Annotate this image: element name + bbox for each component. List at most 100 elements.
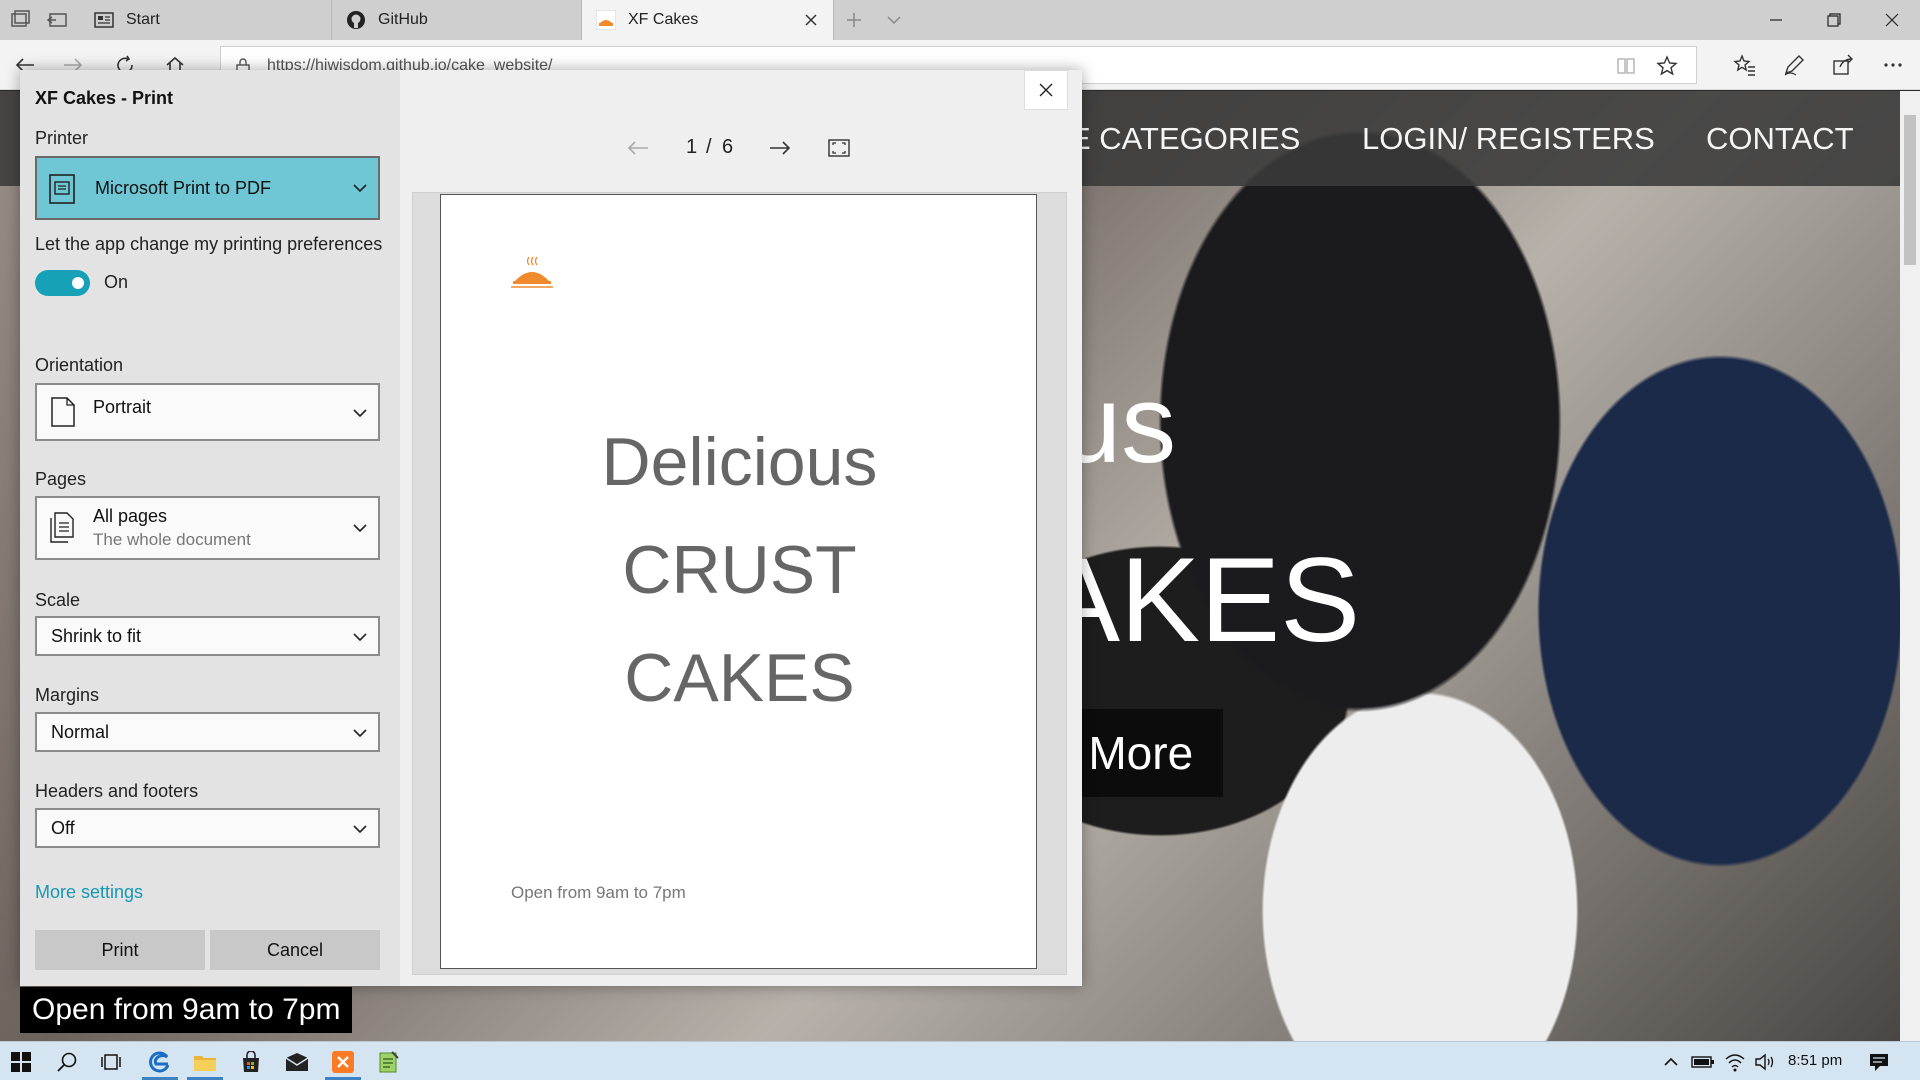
volume-icon[interactable]: [1752, 1049, 1778, 1075]
previous-page-icon[interactable]: [626, 138, 650, 164]
set-tabs-aside-icon[interactable]: [46, 8, 70, 32]
fit-page-icon[interactable]: [828, 138, 850, 164]
browser-tab-bar: Start GitHub XF Cakes: [0, 0, 1920, 40]
printer-icon: [49, 174, 75, 209]
github-icon: [346, 10, 366, 30]
close-icon: [1039, 83, 1053, 97]
start-page-icon: [94, 10, 114, 30]
notepad-icon[interactable]: [376, 1049, 402, 1075]
xampp-icon[interactable]: [330, 1049, 356, 1075]
close-window-button[interactable]: [1864, 0, 1920, 40]
current-page-number: 1: [686, 136, 698, 158]
hero-heading-line2: AKES: [1040, 533, 1361, 667]
margins-value: Normal: [51, 722, 110, 742]
favorites-hub-icon[interactable]: [1730, 50, 1760, 80]
page-separator: /: [706, 136, 712, 158]
cancel-button[interactable]: Cancel: [210, 930, 380, 970]
more-options-icon[interactable]: [1878, 50, 1908, 80]
preview-line-cakes: CAKES: [624, 640, 855, 716]
margins-select[interactable]: Normal: [35, 712, 380, 752]
task-view-icon[interactable]: [98, 1049, 124, 1075]
xf-cakes-favicon: [595, 9, 617, 31]
share-icon[interactable]: [1828, 50, 1858, 80]
mail-icon[interactable]: [284, 1049, 310, 1075]
web-note-pen-icon[interactable]: [1779, 50, 1809, 80]
nav-contact[interactable]: CONTACT: [1706, 121, 1854, 157]
tab-label: XF Cakes: [628, 11, 699, 28]
dialog-close-button[interactable]: [1024, 70, 1068, 110]
tab-label: GitHub: [378, 11, 428, 28]
portrait-page-icon: [51, 397, 75, 432]
pages-subtext: The whole document: [93, 530, 251, 549]
store-icon[interactable]: [238, 1049, 264, 1075]
pages-label: Pages: [35, 469, 87, 489]
preview-line-delicious: Delicious: [601, 424, 878, 500]
toggle-state-label: On: [104, 272, 129, 292]
page-scrollbar[interactable]: [1900, 91, 1920, 1041]
nav-categories[interactable]: E CATEGORIES: [1070, 121, 1300, 157]
favorite-star-icon[interactable]: [1656, 55, 1678, 82]
nav-login-registers[interactable]: LOGIN/ REGISTERS: [1362, 121, 1655, 157]
close-tab-icon[interactable]: [801, 10, 821, 30]
orientation-value: Portrait: [93, 397, 152, 417]
print-settings-panel: XF Cakes - Print Printer Microsoft Print…: [20, 70, 400, 986]
restore-button[interactable]: [1806, 0, 1862, 40]
restore-icon: [1827, 13, 1841, 27]
orientation-select[interactable]: Portrait: [35, 383, 380, 441]
printing-preferences-toggle[interactable]: [35, 270, 90, 296]
taskbar-clock[interactable]: 8:51 pm: [1788, 1052, 1842, 1069]
chevron-down-icon: [352, 405, 368, 421]
minimize-icon: [1770, 19, 1782, 21]
print-button[interactable]: Print: [35, 930, 205, 970]
action-center-icon[interactable]: [1866, 1049, 1892, 1075]
chevron-down-icon: [352, 180, 368, 196]
toggle-knob: [72, 277, 84, 289]
chevron-down-icon: [352, 725, 368, 741]
pages-value: All pages: [93, 506, 168, 526]
opening-hours-banner: Open from 9am to 7pm: [20, 987, 353, 1033]
tab-xf-cakes[interactable]: XF Cakes: [582, 0, 834, 40]
scale-select[interactable]: Shrink to fit: [35, 616, 380, 656]
chevron-down-icon: [352, 629, 368, 645]
wifi-icon[interactable]: [1722, 1049, 1748, 1075]
chevron-down-icon: [352, 821, 368, 837]
print-preview-page: Delicious CRUST CAKES Open from 9am to 7…: [440, 194, 1037, 969]
margins-label: Margins: [35, 685, 100, 705]
printer-value: Microsoft Print to PDF: [95, 178, 272, 198]
scrollbar-thumb[interactable]: [1904, 115, 1916, 265]
windows-taskbar: 8:51 pm: [0, 1041, 1920, 1080]
battery-icon[interactable]: [1690, 1049, 1716, 1075]
show-hidden-icons-chevron-icon[interactable]: [1658, 1049, 1684, 1075]
pages-select[interactable]: All pages The whole document: [35, 496, 380, 560]
dialog-title: XF Cakes - Print: [35, 88, 174, 108]
print-dialog: XF Cakes - Print Printer Microsoft Print…: [20, 70, 1082, 986]
printing-preferences-label: Let the app change my printing preferenc…: [35, 234, 383, 254]
tab-github[interactable]: GitHub: [332, 0, 582, 40]
orientation-label: Orientation: [35, 355, 124, 375]
new-tab-icon[interactable]: [842, 8, 866, 32]
preview-footer-hours: Open from 9am to 7pm: [511, 883, 686, 902]
reading-view-icon[interactable]: [1616, 56, 1636, 81]
printer-label: Printer: [35, 128, 89, 148]
file-explorer-icon[interactable]: [192, 1049, 218, 1075]
scale-value: Shrink to fit: [51, 626, 142, 646]
scale-label: Scale: [35, 590, 81, 610]
next-page-icon[interactable]: [768, 138, 792, 164]
tab-list-chevron-icon[interactable]: [882, 8, 906, 32]
minimize-button[interactable]: [1748, 0, 1804, 40]
close-icon: [1885, 13, 1899, 27]
headers-footers-label: Headers and footers: [35, 781, 199, 801]
edge-browser-icon[interactable]: [147, 1049, 173, 1075]
preview-line-crust: CRUST: [622, 532, 857, 608]
chevron-down-icon: [352, 520, 368, 536]
more-settings-link[interactable]: More settings: [35, 882, 143, 903]
printer-select[interactable]: Microsoft Print to PDF: [35, 156, 380, 220]
tab-preview-icon[interactable]: [8, 8, 32, 32]
windows-start-icon[interactable]: [8, 1049, 34, 1075]
search-icon[interactable]: [54, 1049, 80, 1075]
headers-footers-select[interactable]: Off: [35, 808, 380, 848]
headers-footers-value: Off: [51, 818, 75, 838]
total-pages: 6: [722, 136, 734, 158]
tab-start[interactable]: Start: [80, 0, 332, 40]
xf-cakes-logo: [509, 255, 555, 295]
